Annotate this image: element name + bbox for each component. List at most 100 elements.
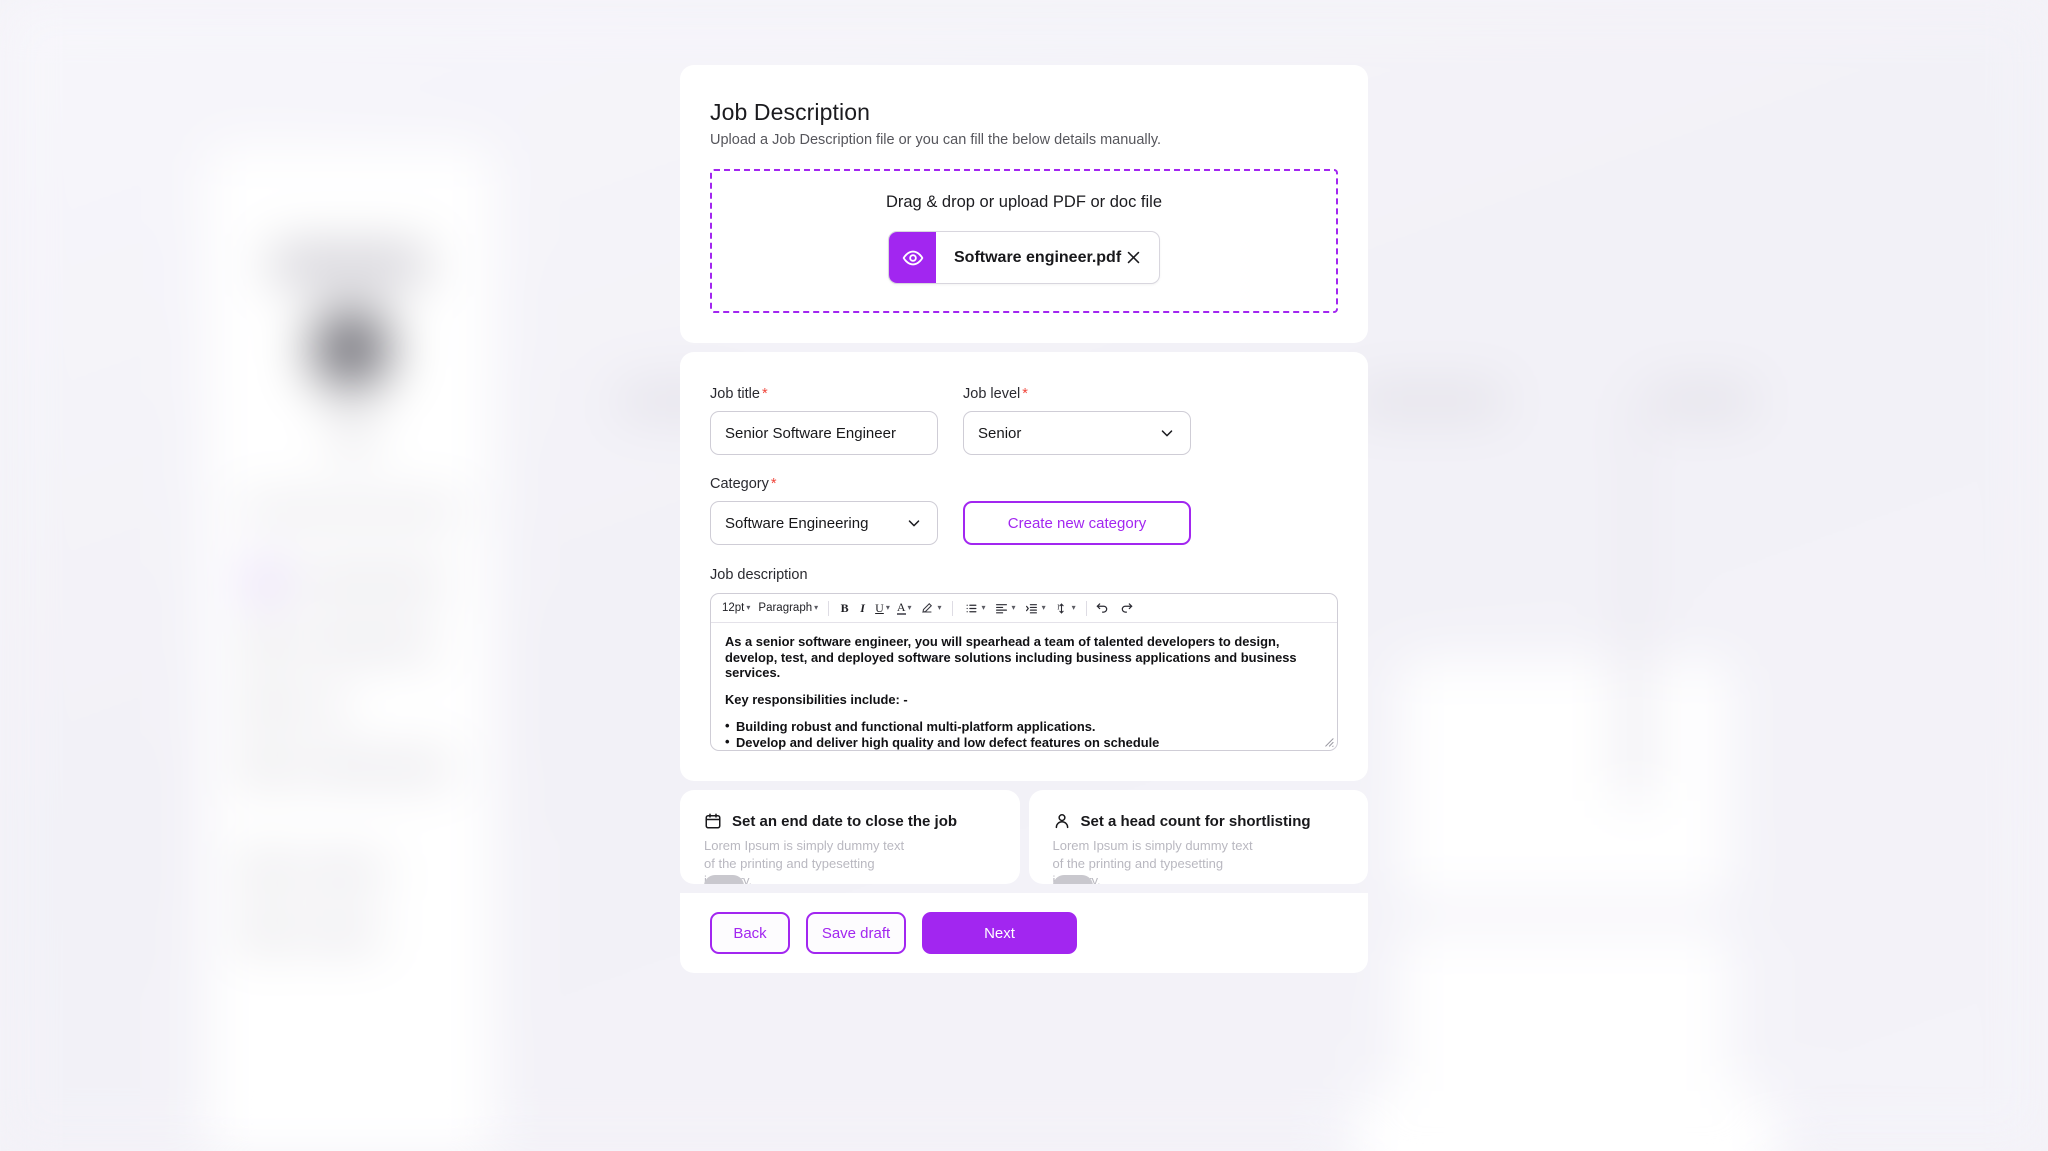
background-nav-item: [248, 918, 478, 952]
head-count-option-card[interactable]: Set a head count for shortlisting Lorem …: [1028, 790, 1368, 884]
underline-glyph: U: [875, 600, 884, 615]
editor-bullet: Develop and deliver high quality and low…: [725, 734, 1323, 750]
background-panel: [1400, 660, 1730, 900]
chevron-down-icon: ▾: [937, 603, 942, 612]
background-panel: [1355, 1090, 1775, 1151]
toolbar-divider: [951, 600, 953, 616]
required-asterisk: *: [761, 386, 768, 402]
editor-toolbar: 12pt ▾ Paragraph ▾ B I U ▾ A ▾ ▾ ▾ ▾ ▾ I…: [711, 594, 1337, 623]
editor-bullet-list: Building robust and functional multi-pla…: [725, 718, 1323, 750]
align-button[interactable]: ▾: [990, 598, 1019, 619]
chevron-down-icon: [1158, 424, 1176, 442]
background-toolbar-pill: [1650, 388, 1755, 414]
block-format-value: Paragraph: [758, 602, 813, 614]
background-nav-item: [248, 752, 478, 786]
job-description-label: Job description: [710, 567, 808, 583]
background-nav-item: [248, 566, 478, 600]
job-level-label: Job level *: [963, 386, 1191, 402]
required-asterisk: *: [770, 476, 777, 492]
font-size-dropdown[interactable]: 12pt ▾: [719, 600, 753, 616]
italic-button[interactable]: I: [854, 600, 871, 617]
job-level-label-text: Job level: [963, 386, 1021, 402]
person-icon: [1053, 812, 1071, 830]
job-description-modal: Job Description Upload a Job Description…: [680, 65, 1368, 1151]
indent-button[interactable]: ▾: [1020, 598, 1049, 619]
job-title-input[interactable]: Senior Software Engineer: [710, 411, 938, 455]
underline-button[interactable]: U ▾: [872, 599, 893, 618]
next-button[interactable]: Next: [922, 912, 1077, 954]
chevron-down-icon: ▾: [814, 603, 819, 612]
background-toolbar-pill: [1355, 388, 1505, 414]
background-avatar: [312, 310, 390, 388]
block-format-dropdown[interactable]: Paragraph ▾: [755, 600, 821, 616]
file-dropzone[interactable]: Drag & drop or upload PDF or doc file So…: [710, 169, 1338, 313]
job-title-level-row: Job title * Senior Software Engineer Job …: [710, 386, 1338, 455]
uploaded-file-chip[interactable]: Software engineer.pdf: [888, 231, 1160, 284]
background-username: [238, 500, 464, 522]
indent-icon: [1023, 600, 1040, 617]
back-button[interactable]: Back: [710, 912, 790, 954]
text-color-button[interactable]: A ▾: [894, 599, 915, 618]
toolbar-divider: [828, 600, 830, 616]
uploaded-file-name: Software engineer.pdf: [954, 248, 1122, 266]
page-title: Job Description: [710, 99, 871, 125]
job-description-block: Job description 12pt ▾ Paragraph ▾ B I U…: [710, 567, 1338, 751]
category-label-text: Category: [710, 476, 769, 492]
modal-footer: Back Save draft Next: [680, 893, 1368, 973]
line-height-icon: I: [1053, 600, 1070, 617]
job-title-label: Job title *: [710, 386, 938, 402]
bulleted-list-button[interactable]: ▾: [960, 598, 989, 619]
chevron-down-icon: ▾: [746, 603, 751, 612]
upload-section: Job Description Upload a Job Description…: [680, 65, 1368, 343]
save-draft-button[interactable]: Save draft: [806, 912, 906, 954]
chevron-down-icon: ▾: [1011, 603, 1016, 612]
job-level-select[interactable]: Senior: [963, 411, 1191, 455]
job-level-value: Senior: [978, 424, 1022, 442]
job-title-value: Senior Software Engineer: [725, 424, 896, 442]
background-nav-item: [248, 690, 478, 724]
close-icon[interactable]: [1122, 247, 1144, 269]
create-new-category-button[interactable]: Create new category: [963, 501, 1191, 545]
required-asterisk: *: [1022, 386, 1028, 402]
pen-icon: [919, 600, 936, 617]
background-panel: [1400, 930, 1730, 1100]
rich-text-editor[interactable]: 12pt ▾ Paragraph ▾ B I U ▾ A ▾ ▾ ▾ ▾ ▾ I…: [710, 593, 1338, 751]
editor-paragraph: Key responsibilities include: -: [725, 692, 908, 708]
chevron-down-icon: [905, 514, 923, 532]
category-label: Category *: [710, 476, 938, 492]
end-date-option-card[interactable]: Set an end date to close the job Lorem I…: [680, 790, 1020, 884]
end-date-toggle[interactable]: [704, 875, 744, 884]
job-level-field-group: Job level * Senior: [963, 386, 1191, 455]
chevron-down-icon: ▾: [907, 603, 912, 612]
background-logo: [272, 248, 427, 282]
background-nav-item: [248, 856, 478, 890]
text-color-glyph: A: [896, 599, 906, 616]
job-title-field-group: Job title * Senior Software Engineer: [710, 386, 938, 455]
toolbar-divider: [1085, 600, 1087, 616]
head-count-option-title: Set a head count for shortlisting: [1080, 812, 1311, 830]
category-value: Software Engineering: [725, 514, 869, 532]
category-select[interactable]: Software Engineering: [710, 501, 938, 545]
editor-content[interactable]: As a senior software engineer, you will …: [711, 623, 1337, 750]
job-options-row: Set an end date to close the job Lorem I…: [680, 790, 1368, 884]
job-title-label-text: Job title: [710, 386, 760, 402]
bold-button[interactable]: B: [836, 600, 853, 617]
redo-icon[interactable]: [1119, 600, 1136, 617]
dropzone-label: Drag & drop or upload PDF or doc file: [885, 193, 1163, 211]
head-count-toggle[interactable]: [1052, 875, 1093, 884]
category-row: Category * Software Engineering Create ne…: [710, 476, 1338, 545]
chevron-down-icon: ▾: [885, 603, 890, 612]
job-details-form: Job title * Senior Software Engineer Job …: [680, 352, 1368, 781]
end-date-option-title: Set an end date to close the job: [732, 812, 958, 830]
highlight-color-button[interactable]: ▾: [916, 598, 945, 619]
undo-icon[interactable]: [1094, 600, 1111, 617]
eye-icon[interactable]: [889, 232, 936, 283]
background-nav-item: [248, 628, 478, 662]
line-height-button[interactable]: I ▾: [1050, 598, 1079, 619]
align-left-icon: [993, 600, 1010, 617]
font-size-value: 12pt: [722, 602, 745, 614]
svg-text:I: I: [1057, 603, 1060, 611]
category-field-group: Category * Software Engineering: [710, 476, 938, 545]
resize-handle[interactable]: [1323, 736, 1334, 747]
editor-paragraph: As a senior software engineer, you will …: [725, 634, 1297, 681]
